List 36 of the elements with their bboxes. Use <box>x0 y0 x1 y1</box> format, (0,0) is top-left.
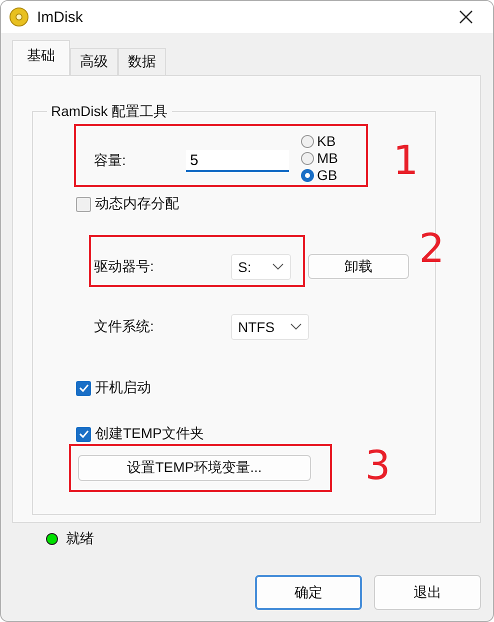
status-text: 就绪 <box>66 530 94 548</box>
temp-env-button[interactable]: 设置TEMP环境变量... <box>78 455 311 481</box>
chevron-down-icon <box>272 262 284 270</box>
annotation-number: 3 <box>365 442 390 490</box>
close-icon[interactable] <box>459 10 473 24</box>
checkbox[interactable] <box>76 196 91 212</box>
radio-button[interactable] <box>301 134 314 148</box>
checkbox-label: 动态内存分配 <box>95 195 179 213</box>
tab[interactable]: 数据 <box>118 48 166 75</box>
annotation-number: 2 <box>419 225 444 273</box>
status-dot <box>46 533 58 545</box>
unit-label: MB <box>317 150 338 166</box>
dialog-button[interactable]: 确定 <box>255 575 362 610</box>
checkbox-label: 创建TEMP文件夹 <box>95 425 204 443</box>
chevron-down-icon <box>290 322 302 330</box>
checkbox[interactable] <box>76 426 91 442</box>
drive-label: 驱动器号: <box>94 258 155 276</box>
filesystem-label: 文件系统: <box>94 318 155 336</box>
dialog-button[interactable]: 退出 <box>374 575 481 610</box>
checkbox[interactable] <box>76 380 91 396</box>
unit-label: GB <box>317 167 338 183</box>
disc-icon <box>9 7 29 27</box>
checkbox-label: 开机启动 <box>95 379 151 397</box>
window-title: ImDisk <box>37 8 84 26</box>
unmount-button[interactable]: 卸载 <box>308 254 409 279</box>
capacity-field[interactable]: 5 <box>186 150 289 172</box>
filesystem-select[interactable]: NTFS <box>231 314 309 340</box>
capacity-label: 容量: <box>94 152 127 170</box>
annotation-number: 1 <box>393 137 418 185</box>
drive-select[interactable]: S: <box>231 254 291 280</box>
group-title: RamDisk 配置工具 <box>47 102 172 120</box>
unit-label: KB <box>317 133 336 149</box>
tab[interactable]: 基础 <box>12 40 70 75</box>
radio-button[interactable] <box>301 168 314 182</box>
tab[interactable]: 高级 <box>70 48 118 75</box>
radio-button[interactable] <box>301 152 314 164</box>
